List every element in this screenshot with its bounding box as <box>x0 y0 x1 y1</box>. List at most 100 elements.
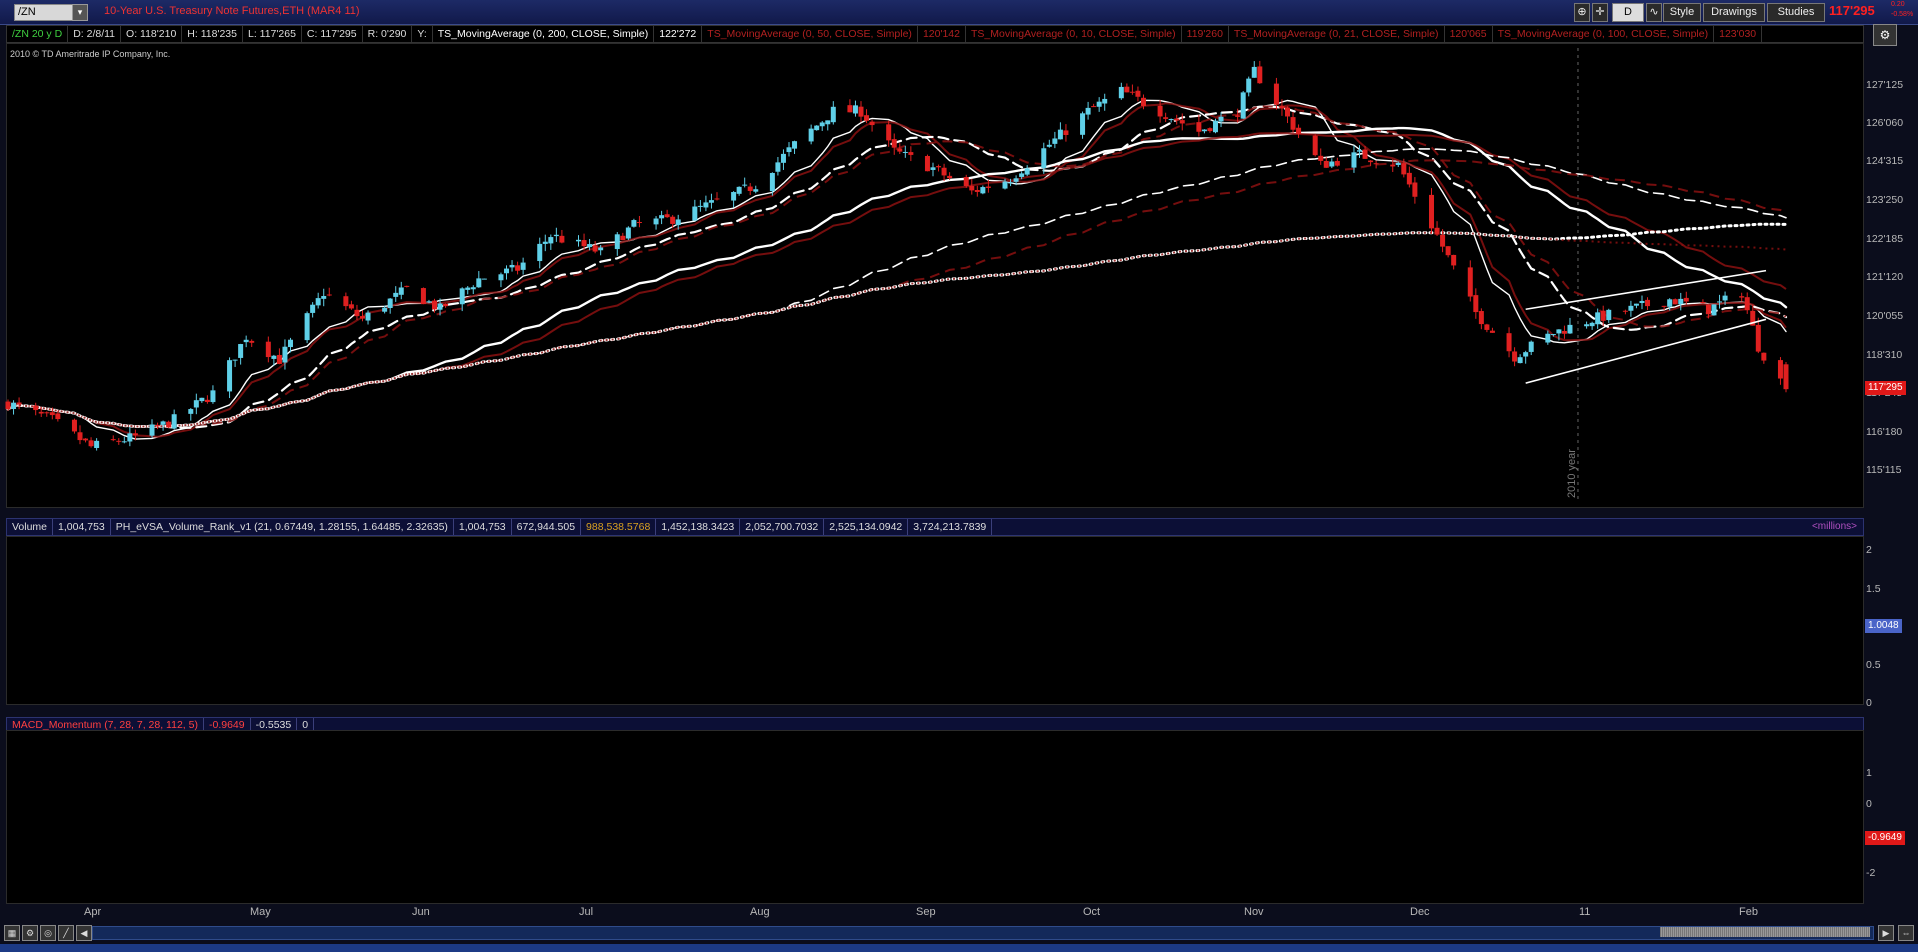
candle-down <box>1296 127 1302 134</box>
candle-down <box>110 439 116 441</box>
candle-down <box>265 341 271 358</box>
macd-panel[interactable] <box>6 730 1864 904</box>
candle-down <box>869 121 875 126</box>
candle-down <box>847 105 853 113</box>
grid-icon[interactable]: ▦ <box>4 925 20 941</box>
candle-down <box>1157 105 1163 117</box>
candle-down <box>44 412 50 414</box>
candle-up <box>902 151 908 153</box>
candle-down <box>276 354 282 364</box>
candle-down <box>969 185 975 191</box>
candle-down <box>620 235 626 241</box>
candle-up <box>1711 304 1717 316</box>
candle-down <box>947 175 953 179</box>
candle-down <box>1412 182 1418 197</box>
candle-down <box>1761 352 1767 361</box>
volume-tick: 0 <box>1866 697 1872 709</box>
candle-down <box>974 189 980 192</box>
candle-up <box>930 167 936 170</box>
price-tick: 122'185 <box>1866 233 1904 245</box>
candle-down <box>83 438 89 441</box>
draw-line-icon[interactable]: ╱ <box>58 925 74 941</box>
candle-down <box>1273 83 1279 105</box>
candle-down <box>924 156 930 172</box>
month-label: Feb <box>1739 906 1758 918</box>
volume-value: 1,004,753 <box>53 519 111 535</box>
candle-up <box>1013 178 1019 182</box>
candle-down <box>16 402 22 405</box>
candle-down <box>1373 163 1379 165</box>
candle-down <box>354 309 360 317</box>
candle-down <box>1512 351 1518 362</box>
candle-up <box>1246 78 1252 93</box>
candle-down <box>1063 130 1069 136</box>
candle-down <box>1312 135 1318 156</box>
candle-down <box>1091 106 1097 108</box>
volume-panel[interactable] <box>6 536 1864 705</box>
candle-up <box>808 128 814 142</box>
settings-icon[interactable]: ⚙ <box>22 925 38 941</box>
candle-down <box>116 440 122 442</box>
candle-up <box>542 241 548 244</box>
time-scrollbar[interactable] <box>92 926 1874 940</box>
candle-down <box>1600 310 1606 321</box>
candle-up <box>365 312 371 321</box>
candle-down <box>348 304 354 309</box>
candle-up <box>1667 299 1673 307</box>
price-tick: 120'055 <box>1866 310 1904 322</box>
zoom-fit-icon[interactable]: ⇔ <box>1898 925 1914 941</box>
candle-up <box>697 205 703 207</box>
candle-up <box>387 298 393 308</box>
scroll-right-icon[interactable]: ▶ <box>1878 925 1894 941</box>
scroll-left-icon[interactable]: ◀ <box>76 925 92 941</box>
ma-red-line-100 <box>7 159 1787 428</box>
candle-down <box>1705 304 1711 315</box>
candle-up <box>1251 66 1257 78</box>
macd-tick: -2 <box>1866 867 1876 879</box>
candle-up <box>504 268 510 274</box>
candle-down <box>1334 160 1340 166</box>
scrollbar-thumb[interactable] <box>1660 927 1870 937</box>
candle-down <box>1683 297 1689 302</box>
candle-up <box>1528 341 1534 352</box>
month-label: Dec <box>1410 906 1430 918</box>
month-label: Sep <box>916 906 936 918</box>
candle-up <box>1240 92 1246 119</box>
candle-up <box>659 215 665 219</box>
candle-up <box>576 239 582 242</box>
volume-units: <millions> <box>1811 521 1857 532</box>
candle-down <box>592 245 598 252</box>
ma-line-50 <box>6 126 1788 428</box>
price-tick: 115'115 <box>1866 464 1902 476</box>
candle-up <box>193 400 199 408</box>
candle-up <box>393 292 399 297</box>
candle-down <box>1478 311 1484 325</box>
candle-up <box>121 441 127 443</box>
candle-down <box>581 240 587 247</box>
candle-down <box>1506 333 1512 352</box>
candle-down <box>1207 128 1213 132</box>
macd-current-tag: -0.9649 <box>1865 831 1905 845</box>
candle-up <box>1606 309 1612 321</box>
price-tick: 126'060 <box>1866 117 1904 129</box>
candle-up <box>852 105 858 114</box>
candle-down <box>1429 194 1435 229</box>
candle-up <box>199 397 205 402</box>
candle-up <box>1046 144 1052 147</box>
evsa-study[interactable]: PH_eVSA_Volume_Rank_v1 (21, 0.67449, 1.2… <box>111 519 454 535</box>
candle-down <box>636 222 642 224</box>
candle-down <box>132 433 138 436</box>
candle-up <box>321 296 327 299</box>
candle-down <box>1406 172 1412 185</box>
candle-down <box>1755 324 1761 352</box>
candle-down <box>1318 155 1324 161</box>
candle-down <box>343 296 349 307</box>
candle-up <box>1517 357 1523 364</box>
candle-down <box>897 148 903 152</box>
candle-up <box>1678 298 1684 305</box>
evsa-value: 988,538.5768 <box>581 519 657 535</box>
candle-down <box>858 106 864 117</box>
candle-down <box>1257 66 1263 84</box>
tools-icon[interactable]: ◎ <box>40 925 56 941</box>
candle-down <box>1700 302 1706 304</box>
